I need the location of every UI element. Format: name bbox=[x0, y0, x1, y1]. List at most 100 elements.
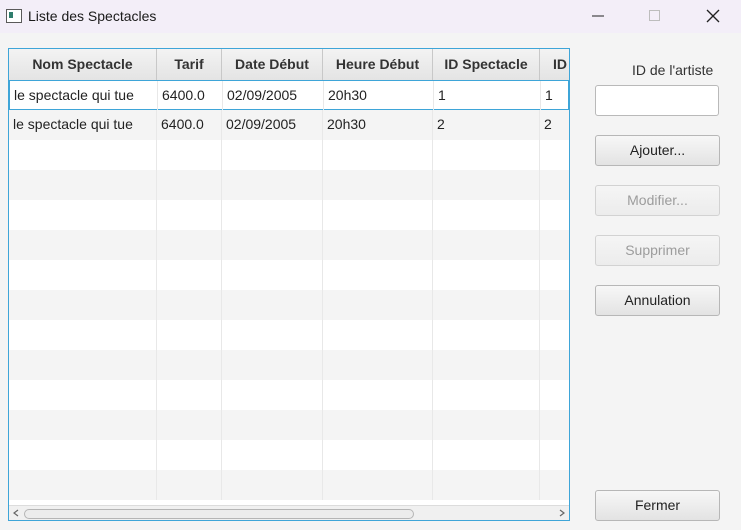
table-cell bbox=[222, 440, 323, 470]
empty-table-row bbox=[9, 410, 569, 440]
artist-id-label: ID de l'artiste bbox=[632, 62, 714, 78]
table-cell: 02/09/2005 bbox=[223, 81, 324, 111]
table-cell bbox=[323, 320, 433, 350]
table-cell: 2 bbox=[540, 110, 569, 140]
table-cell bbox=[540, 320, 569, 350]
table-cell bbox=[9, 260, 157, 290]
table-cell bbox=[540, 350, 569, 380]
spectacles-table[interactable]: Nom Spectacle Tarif Date Début Heure Déb… bbox=[8, 48, 570, 521]
table-cell bbox=[433, 440, 540, 470]
table-cell bbox=[157, 170, 222, 200]
table-cell bbox=[540, 260, 569, 290]
table-cell bbox=[433, 230, 540, 260]
artist-id-input[interactable] bbox=[595, 85, 719, 116]
table-cell bbox=[157, 230, 222, 260]
table-cell bbox=[323, 200, 433, 230]
table-cell: 20h30 bbox=[324, 81, 434, 111]
table-cell bbox=[157, 470, 222, 500]
table-cell bbox=[222, 200, 323, 230]
table-cell bbox=[323, 230, 433, 260]
scroll-left-icon[interactable] bbox=[12, 509, 20, 517]
column-header-tarif[interactable]: Tarif bbox=[157, 49, 222, 80]
table-cell bbox=[433, 290, 540, 320]
table-cell bbox=[540, 200, 569, 230]
table-row[interactable]: le spectacle qui tue 6400.0 02/09/2005 20h3… bbox=[9, 80, 569, 111]
empty-table-row bbox=[9, 440, 569, 470]
table-cell bbox=[433, 410, 540, 440]
table-cell bbox=[433, 350, 540, 380]
column-header-nom-spectacle[interactable]: Nom Spectacle bbox=[9, 49, 157, 80]
table-cell: le spectacle qui tue bbox=[10, 81, 158, 111]
table-cell: 20h30 bbox=[323, 110, 433, 140]
table-cell bbox=[222, 260, 323, 290]
table-cell: 02/09/2005 bbox=[222, 110, 323, 140]
close-icon bbox=[706, 9, 720, 23]
table-cell bbox=[9, 140, 157, 170]
add-button[interactable]: Ajouter... bbox=[595, 135, 720, 166]
table-cell bbox=[540, 440, 569, 470]
table-cell bbox=[433, 380, 540, 410]
table-cell bbox=[222, 410, 323, 440]
table-cell bbox=[157, 410, 222, 440]
table-cell bbox=[323, 470, 433, 500]
window-title: Liste des Spectacles bbox=[28, 8, 157, 24]
table-cell: le spectacle qui tue bbox=[9, 110, 157, 140]
column-header-id-spectacle[interactable]: ID Spectacle bbox=[433, 49, 540, 80]
empty-table-row bbox=[9, 200, 569, 230]
table-cell bbox=[157, 380, 222, 410]
table-cell bbox=[157, 350, 222, 380]
table-cell bbox=[433, 260, 540, 290]
table-cell bbox=[222, 170, 323, 200]
table-cell bbox=[9, 350, 157, 380]
empty-table-row bbox=[9, 470, 569, 500]
table-cell bbox=[222, 380, 323, 410]
table-cell bbox=[323, 350, 433, 380]
table-cell bbox=[540, 230, 569, 260]
delete-button: Supprimer bbox=[595, 235, 720, 266]
cancel-button[interactable]: Annulation bbox=[595, 285, 720, 316]
empty-table-row bbox=[9, 140, 569, 170]
table-cell bbox=[433, 470, 540, 500]
table-cell bbox=[540, 470, 569, 500]
table-cell bbox=[222, 290, 323, 320]
modify-button: Modifier... bbox=[595, 185, 720, 216]
table-cell bbox=[222, 470, 323, 500]
column-header-id[interactable]: ID bbox=[540, 49, 569, 80]
table-cell bbox=[157, 140, 222, 170]
table-cell: 1 bbox=[541, 81, 569, 111]
table-cell: 1 bbox=[434, 81, 541, 111]
table-cell bbox=[323, 260, 433, 290]
table-header: Nom Spectacle Tarif Date Début Heure Déb… bbox=[9, 49, 569, 81]
column-header-heure-debut[interactable]: Heure Début bbox=[323, 49, 433, 80]
scrollbar-thumb[interactable] bbox=[24, 509, 414, 519]
app-icon bbox=[6, 9, 22, 23]
empty-table-row bbox=[9, 260, 569, 290]
close-window-button[interactable] bbox=[690, 0, 736, 32]
table-cell bbox=[157, 440, 222, 470]
empty-table-row bbox=[9, 380, 569, 410]
table-cell bbox=[323, 410, 433, 440]
table-cell bbox=[433, 200, 540, 230]
table-cell bbox=[323, 170, 433, 200]
table-cell bbox=[323, 290, 433, 320]
table-cell bbox=[323, 140, 433, 170]
horizontal-scrollbar[interactable] bbox=[9, 505, 569, 520]
minimize-icon bbox=[592, 15, 604, 17]
empty-table-row bbox=[9, 230, 569, 260]
column-header-date-debut[interactable]: Date Début bbox=[222, 49, 323, 80]
title-bar: Liste des Spectacles bbox=[0, 0, 741, 33]
table-cell bbox=[433, 140, 540, 170]
scroll-right-icon[interactable] bbox=[558, 509, 566, 517]
table-cell bbox=[540, 290, 569, 320]
minimize-button[interactable] bbox=[575, 0, 621, 32]
table-cell bbox=[222, 320, 323, 350]
table-cell bbox=[9, 170, 157, 200]
table-cell bbox=[9, 320, 157, 350]
table-cell bbox=[9, 410, 157, 440]
empty-table-row bbox=[9, 350, 569, 380]
table-cell bbox=[9, 200, 157, 230]
table-row[interactable]: le spectacle qui tue 6400.0 02/09/2005 20h3… bbox=[9, 110, 569, 140]
table-cell: 6400.0 bbox=[157, 110, 222, 140]
table-cell bbox=[9, 290, 157, 320]
close-button[interactable]: Fermer bbox=[595, 490, 720, 521]
